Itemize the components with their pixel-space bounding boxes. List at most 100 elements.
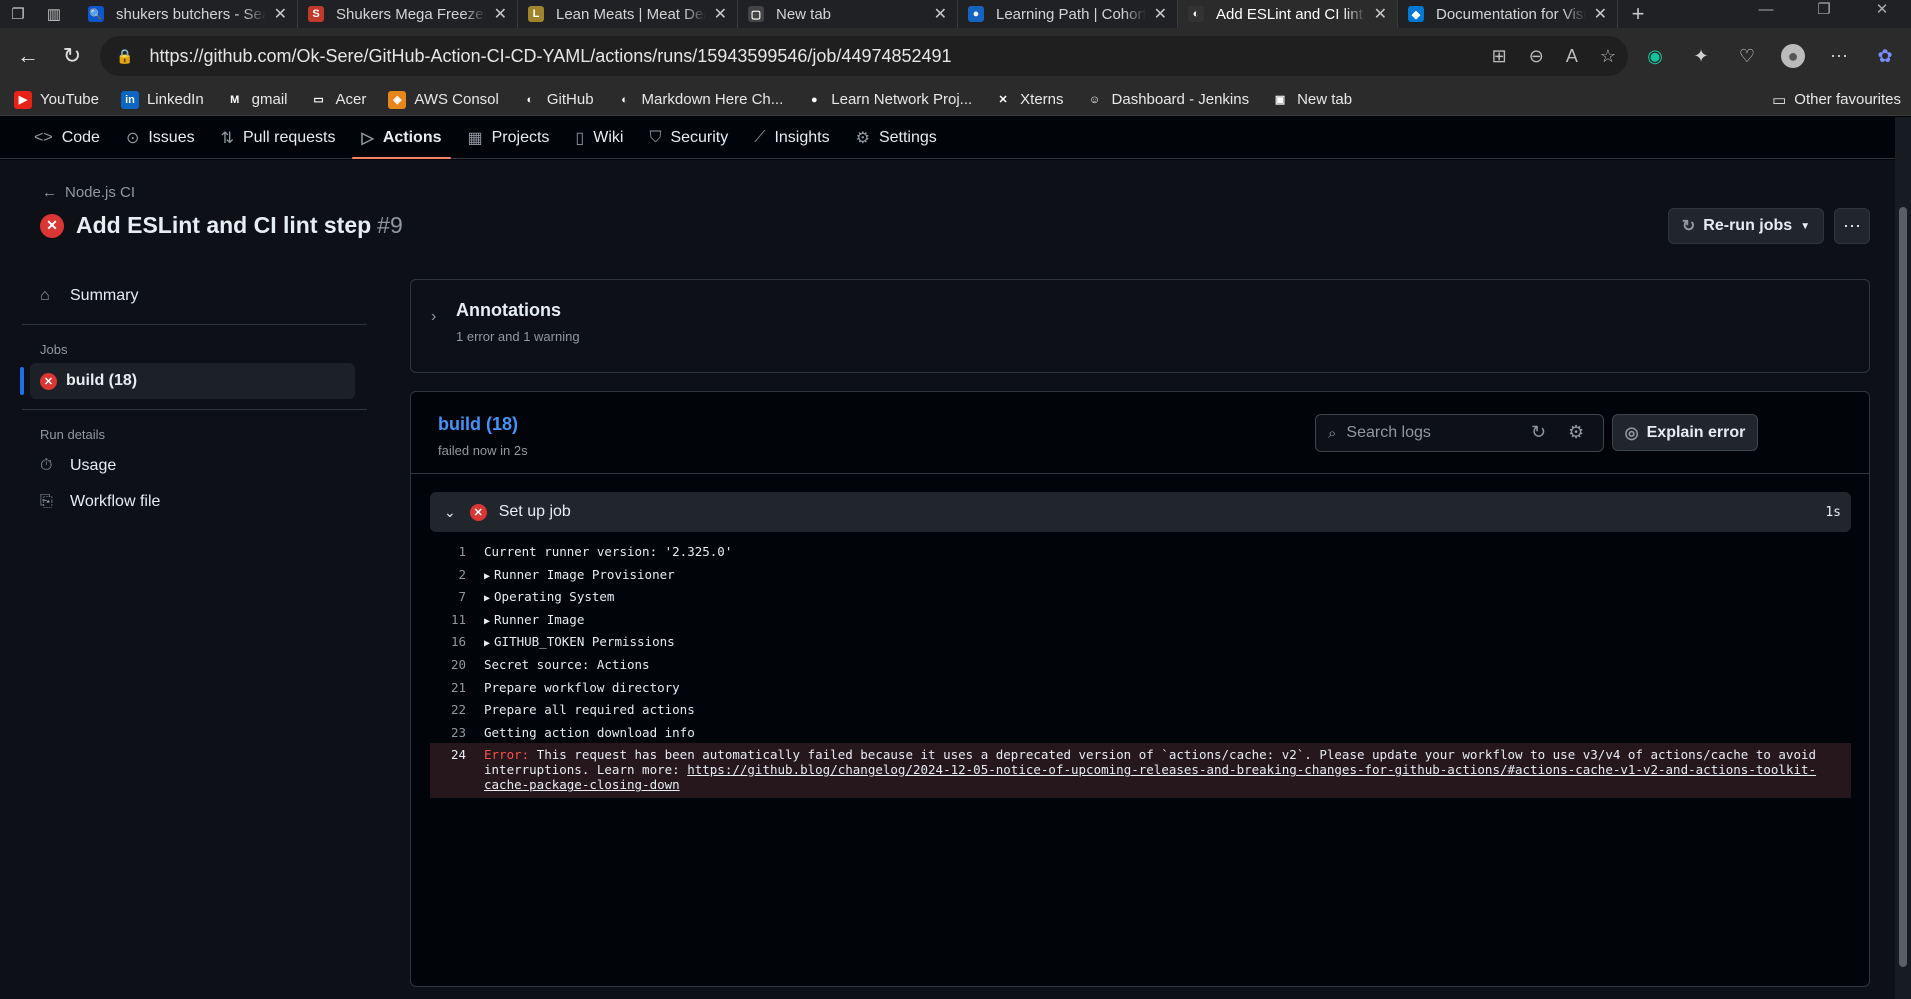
log-line[interactable]: 11 ▶ Runner Image bbox=[430, 608, 1851, 631]
browser-tab[interactable]: S Shukers Mega Freezer ✕ bbox=[298, 0, 518, 28]
line-number[interactable]: 1 bbox=[430, 544, 484, 559]
sidebar-item-summary[interactable]: ⌂ Summary bbox=[22, 278, 367, 314]
repo-tab-security[interactable]: ⛉ Security bbox=[639, 117, 738, 158]
browser-essentials-icon[interactable]: ♡ bbox=[1735, 44, 1759, 68]
minimize-button[interactable]: — bbox=[1737, 0, 1795, 28]
triangle-right-icon[interactable]: ▶ bbox=[484, 616, 490, 627]
repo-tab-wiki[interactable]: ▯ Wiki bbox=[565, 117, 633, 158]
repo-tab-code[interactable]: <> Code bbox=[24, 117, 110, 158]
repo-tab-projects[interactable]: ▦ Projects bbox=[457, 117, 559, 158]
browser-tab[interactable]: ◐ Add ESLint and CI lint step ✕ bbox=[1178, 0, 1398, 28]
zoom-icon[interactable]: ⊖ bbox=[1529, 46, 1544, 67]
favourite-item[interactable]: ▶ YouTube bbox=[14, 90, 99, 109]
line-number[interactable]: 21 bbox=[430, 680, 484, 695]
line-number[interactable]: 16 bbox=[430, 634, 484, 649]
restore-button[interactable]: ❐ bbox=[1795, 0, 1853, 28]
favourite-item[interactable]: ◐ GitHub bbox=[520, 90, 594, 109]
favourite-item[interactable]: Mgmail bbox=[225, 90, 288, 109]
log-settings-gear-icon[interactable]: ⚙ bbox=[1568, 422, 1584, 443]
more-menu-icon[interactable]: ⋯ bbox=[1827, 44, 1851, 68]
favourite-item[interactable]: ☺ Dashboard - Jenkins bbox=[1085, 90, 1249, 109]
line-number[interactable]: 23 bbox=[430, 725, 484, 740]
line-number[interactable]: 7 bbox=[430, 589, 484, 604]
favourite-item[interactable]: ◐ Markdown Here Ch... bbox=[615, 90, 783, 109]
sidebar-item-job-build[interactable]: ✕ build (18) bbox=[20, 363, 355, 399]
triangle-right-icon[interactable]: ▶ bbox=[484, 638, 490, 649]
gear-icon: ⚙ bbox=[855, 129, 870, 147]
close-tab-icon[interactable]: ✕ bbox=[1374, 4, 1387, 24]
step-set-up-job[interactable]: ⌄ ✕ Set up job 1s bbox=[430, 492, 1851, 532]
browser-tab[interactable]: ◆ Documentation for Visual Studio Code ✕ bbox=[1398, 0, 1618, 28]
new-tab-button[interactable]: + bbox=[1618, 1, 1658, 27]
lock-icon[interactable]: 🔒 bbox=[116, 48, 133, 65]
address-bar-row: ← ↻ 🔒 https://github.com/Ok-Sere/GitHub-… bbox=[0, 28, 1911, 84]
favourite-item[interactable]: ▭ Acer bbox=[309, 90, 366, 109]
line-number[interactable]: 24 bbox=[430, 747, 484, 762]
page-scrollbar[interactable] bbox=[1895, 117, 1911, 999]
favourite-item[interactable]: ✕ Xterns bbox=[994, 90, 1064, 109]
close-tab-icon[interactable]: ✕ bbox=[1594, 4, 1607, 24]
close-tab-icon[interactable]: ✕ bbox=[1154, 4, 1167, 24]
copilot-icon[interactable]: ✿ bbox=[1873, 44, 1897, 68]
line-number[interactable]: 11 bbox=[430, 612, 484, 627]
line-number[interactable]: 20 bbox=[430, 657, 484, 672]
log-line[interactable]: 16 ▶ GITHUB_TOKEN Permissions bbox=[430, 630, 1851, 653]
explain-error-button[interactable]: ◎ Explain error bbox=[1612, 414, 1758, 451]
other-favourites[interactable]: ▭ Other favourites bbox=[1772, 91, 1901, 109]
rerun-jobs-button[interactable]: ↻ Re-run jobs ▼ bbox=[1668, 208, 1824, 244]
chevron-right-icon[interactable]: › bbox=[431, 308, 436, 326]
close-window-button[interactable]: ✕ bbox=[1853, 0, 1911, 28]
more-options-button[interactable]: ⋯ bbox=[1834, 208, 1870, 244]
repo-tab-actions[interactable]: ▷ Actions bbox=[351, 117, 452, 159]
tab-favicon: 🔍 bbox=[88, 6, 104, 22]
annotations-panel[interactable]: › Annotations 1 error and 1 warning bbox=[410, 279, 1870, 373]
refresh-logs-icon[interactable]: ↻ bbox=[1531, 422, 1546, 443]
grammarly-icon[interactable]: ◉ bbox=[1643, 44, 1667, 68]
search-logs-input[interactable]: ⌕ Search logs bbox=[1315, 414, 1604, 452]
favourite-item[interactable]: ◈ AWS Consol bbox=[388, 90, 499, 109]
sidebar-item-usage[interactable]: ⏱ Usage bbox=[22, 448, 367, 484]
vertical-tabs-icon[interactable]: ▥ bbox=[36, 0, 72, 28]
jobs-heading: Jobs bbox=[40, 341, 68, 357]
browser-tab[interactable]: 🔍 shukers butchers - Search ✕ bbox=[78, 0, 298, 28]
favourite-item[interactable]: ● Learn Network Proj... bbox=[805, 90, 972, 109]
close-tab-icon[interactable]: ✕ bbox=[274, 4, 287, 24]
read-aloud-icon[interactable]: A bbox=[1566, 46, 1578, 67]
log-line[interactable]: 7 ▶ Operating System bbox=[430, 585, 1851, 608]
job-name-link[interactable]: build (18) bbox=[438, 414, 518, 435]
favourite-item[interactable]: in LinkedIn bbox=[120, 90, 204, 109]
workspaces-icon[interactable]: ❐ bbox=[0, 0, 36, 28]
profile-avatar[interactable]: ● bbox=[1781, 44, 1805, 68]
repo-tab-pull-requests[interactable]: ⇅ Pull requests bbox=[211, 117, 346, 158]
extensions-icon[interactable]: ✦ bbox=[1689, 44, 1713, 68]
back-button[interactable]: ← bbox=[8, 36, 48, 76]
browser-tab[interactable]: ▢ New tab ✕ bbox=[738, 0, 958, 28]
step-duration: 1s bbox=[1825, 504, 1841, 520]
triangle-right-icon[interactable]: ▶ bbox=[484, 571, 490, 582]
workflow-back-link[interactable]: ← Node.js CI bbox=[42, 184, 135, 201]
close-tab-icon[interactable]: ✕ bbox=[494, 4, 507, 24]
arrow-left-icon: ← bbox=[42, 184, 57, 201]
sidebar-item-workflow-file[interactable]: ⎘ Workflow file bbox=[22, 484, 367, 520]
close-tab-icon[interactable]: ✕ bbox=[714, 4, 727, 24]
browser-tab[interactable]: L Lean Meats | Meat Deals ✕ bbox=[518, 0, 738, 28]
url-field[interactable]: 🔒 https://github.com/Ok-Sere/GitHub-Acti… bbox=[100, 36, 1628, 76]
triangle-right-icon[interactable]: ▶ bbox=[484, 593, 490, 604]
log-line[interactable]: 2 ▶ Runner Image Provisioner bbox=[430, 563, 1851, 586]
url-text[interactable]: https://github.com/Ok-Sere/GitHub-Action… bbox=[149, 46, 951, 67]
tab-title: New tab bbox=[776, 5, 832, 23]
window-controls: — ❐ ✕ bbox=[1737, 0, 1911, 28]
close-tab-icon[interactable]: ✕ bbox=[934, 4, 947, 24]
favourite-icon: ▭ bbox=[309, 90, 328, 109]
repo-tab-issues[interactable]: ⊙ Issues bbox=[116, 117, 205, 158]
line-number[interactable]: 22 bbox=[430, 702, 484, 717]
repo-tab-settings[interactable]: ⚙ Settings bbox=[846, 117, 947, 158]
favourite-item[interactable]: ▣ New tab bbox=[1271, 90, 1352, 109]
line-number[interactable]: 2 bbox=[430, 567, 484, 582]
favourite-star-icon[interactable]: ☆ bbox=[1600, 46, 1616, 67]
repo-tab-insights[interactable]: ⟋ Insights bbox=[744, 117, 839, 158]
app-available-icon[interactable]: ⊞ bbox=[1492, 46, 1507, 67]
scrollbar-thumb[interactable] bbox=[1899, 207, 1907, 967]
browser-tab[interactable]: ● Learning Path | Cohort ✕ bbox=[958, 0, 1178, 28]
refresh-button[interactable]: ↻ bbox=[52, 36, 92, 76]
